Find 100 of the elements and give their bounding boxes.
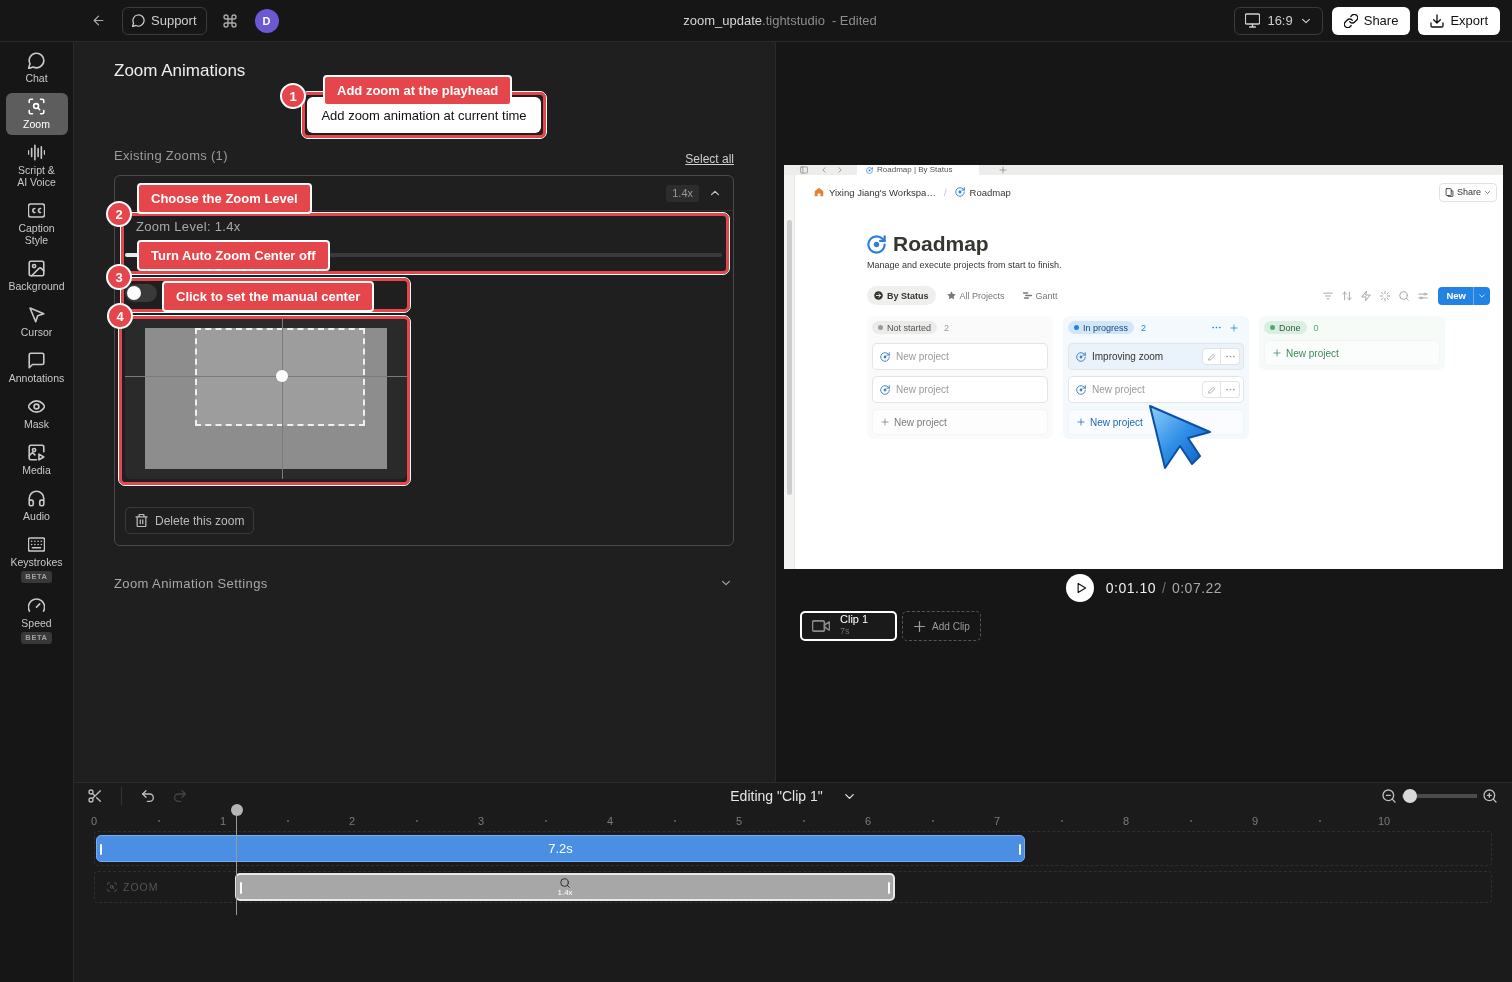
file-title: zoom_update.tightstudio (683, 13, 825, 28)
filter-icon[interactable] (1323, 290, 1334, 301)
scrollbar[interactable] (787, 220, 792, 495)
view-tab[interactable]: All Projects (939, 286, 1012, 305)
circular-arrow-icon (867, 234, 886, 254)
captions-icon (28, 202, 45, 219)
slider-thumb[interactable] (1403, 789, 1418, 803)
image-icon (28, 260, 45, 277)
ruler-label: 7 (993, 814, 1001, 828)
circular-arrow-icon (1076, 384, 1086, 395)
delete-zoom-button[interactable]: Delete this zoom (125, 507, 255, 534)
plus-icon (1077, 418, 1085, 426)
page-description: Manage and execute projects from start to finish. (867, 259, 1063, 271)
avatar[interactable]: D (254, 8, 279, 33)
aspect-ratio-dropdown[interactable]: 16:9 (1234, 6, 1323, 35)
sidebar-item[interactable]: Annotations (5, 347, 68, 389)
breadcrumb-link[interactable]: Roadmap (954, 186, 1011, 198)
view-tab[interactable]: Gantt (1015, 286, 1065, 305)
bars-icon (1022, 291, 1032, 300)
playhead[interactable] (230, 804, 243, 816)
page-icon (1444, 187, 1454, 197)
more-button[interactable] (1221, 348, 1240, 365)
current-time: 0:01.10 (1105, 580, 1157, 596)
trim-handle[interactable] (888, 882, 891, 894)
new-button[interactable]: New (1438, 286, 1490, 305)
ruler-label: 1 (219, 814, 227, 828)
speech-bubble-icon (28, 352, 45, 369)
step-tooltip: Add zoom at the playhead (323, 75, 513, 106)
step-number: 1 (280, 83, 306, 109)
zoom-in-icon[interactable] (1483, 789, 1497, 803)
section-label: Existing Zooms (1) (114, 148, 228, 164)
zoom-out-icon[interactable] (1382, 789, 1396, 803)
sparkle-icon[interactable] (1380, 290, 1391, 301)
trim-handle[interactable] (1019, 844, 1021, 855)
chevron-left-icon[interactable] (820, 166, 828, 174)
sidebar-item[interactable]: Script & AI Voice (5, 139, 68, 193)
share-button[interactable]: Share (1331, 6, 1411, 35)
settings-section-header[interactable]: Zoom Animation Settings (114, 575, 734, 591)
breadcrumb-separator: / (943, 186, 947, 198)
clip-card[interactable]: Clip 1 7s (800, 611, 897, 641)
plus-icon[interactable] (1230, 323, 1238, 332)
sliders-icon[interactable] (1418, 290, 1429, 301)
clip-selector[interactable]: Editing "Clip 1" (730, 788, 856, 804)
more-icon[interactable] (1212, 326, 1221, 329)
link-icon (1343, 13, 1358, 28)
panel-icon[interactable] (800, 166, 808, 174)
plus-icon[interactable] (999, 166, 1007, 174)
play-button[interactable] (1065, 574, 1094, 602)
project-card[interactable]: Improving zoom (1068, 343, 1244, 370)
edit-button[interactable] (1202, 381, 1221, 398)
step-tooltip: Choose the Zoom Level (137, 183, 312, 214)
sidebar-item[interactable]: Background (5, 255, 68, 297)
chevron-down-icon (1484, 188, 1491, 196)
house-icon (814, 187, 824, 197)
magnifier-frame-icon (107, 882, 117, 892)
search-icon[interactable] (1399, 290, 1410, 301)
command-key-icon[interactable] (222, 13, 237, 28)
plus-icon (913, 619, 927, 633)
sidebar-item[interactable]: Caption Style (5, 197, 68, 251)
ruler-label: 6 (864, 814, 872, 828)
breadcrumb-link[interactable]: Yixing Jiang's Workspa… (814, 186, 936, 198)
page-share-button[interactable]: Share (1438, 182, 1497, 202)
sidebar-item[interactable]: Mask (5, 393, 68, 435)
sidebar-item[interactable]: Chat (5, 47, 68, 89)
image-play-icon (28, 444, 45, 461)
lightning-icon[interactable] (1361, 290, 1372, 301)
waveform-icon (28, 144, 45, 161)
time-separator: / (1162, 580, 1166, 596)
add-clip-button[interactable]: Add Clip (902, 611, 981, 641)
undo-icon (141, 789, 155, 803)
chat-bubble-icon (132, 14, 145, 27)
edit-button[interactable] (1202, 348, 1221, 365)
download-icon (1430, 13, 1445, 28)
pointer-arrow-icon (1148, 404, 1212, 470)
track-label: ZOOM (123, 881, 159, 893)
view-tab[interactable]: By Status (867, 286, 936, 305)
select-all-link[interactable]: Select all (685, 152, 734, 166)
more-button[interactable] (1221, 381, 1240, 398)
chevron-right-icon[interactable] (836, 166, 844, 174)
star-icon (946, 291, 956, 300)
step-number: 4 (107, 303, 133, 329)
support-button[interactable]: Support (122, 6, 207, 35)
browser-tab[interactable]: Roadmap | By Status (857, 165, 979, 175)
trim-handle[interactable] (240, 882, 242, 894)
step-number: 2 (106, 201, 132, 227)
video-camera-icon (812, 617, 830, 635)
status-label: Not started (887, 322, 932, 333)
sidebar-item[interactable]: Cursor (5, 301, 68, 343)
sort-icon[interactable] (1342, 290, 1353, 301)
ruler-label: 10 (1377, 814, 1391, 828)
new-project-row[interactable]: New project (872, 409, 1048, 435)
new-project-row[interactable]: New project (1264, 340, 1440, 366)
trim-handle[interactable] (99, 844, 102, 855)
sidebar-item[interactable]: Media (5, 439, 68, 481)
auto-center-toggle[interactable] (125, 284, 157, 302)
sidebar-item[interactable]: Zoom (5, 93, 68, 135)
export-button[interactable]: Export (1418, 6, 1500, 35)
sidebar-item[interactable]: Audio (5, 485, 68, 527)
circular-arrow-icon (1076, 351, 1086, 362)
trash-icon (135, 514, 148, 527)
